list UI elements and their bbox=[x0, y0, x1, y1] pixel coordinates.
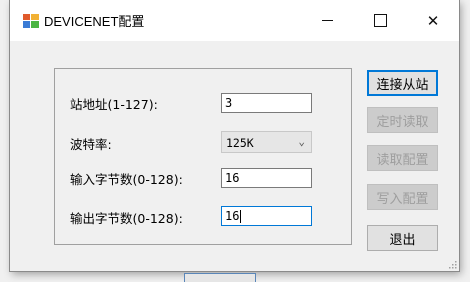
title-bar: DEVICENET配置 ✕ bbox=[10, 0, 459, 41]
input-bytes-value: 16 bbox=[225, 171, 240, 185]
close-button[interactable]: ✕ bbox=[410, 0, 456, 41]
output-bytes-value: 16 bbox=[225, 209, 240, 223]
input-bytes-input[interactable]: 16 bbox=[221, 168, 312, 188]
devicenet-config-window: DEVICENET配置 ✕ 站地址(1-127): 3 波特率: 125K ⌄ … bbox=[10, 0, 459, 271]
station-address-value: 3 bbox=[225, 96, 233, 110]
connect-slave-button[interactable]: 连接从站 bbox=[367, 70, 438, 96]
baud-rate-select[interactable]: 125K ⌄ bbox=[221, 131, 312, 153]
maximize-button[interactable] bbox=[357, 0, 403, 41]
minimize-button[interactable] bbox=[304, 0, 350, 41]
chevron-down-icon: ⌄ bbox=[298, 135, 305, 148]
maximize-icon bbox=[373, 14, 387, 27]
close-icon: ✕ bbox=[426, 11, 440, 30]
text-caret bbox=[240, 210, 242, 223]
read-config-button[interactable]: 读取配置 bbox=[367, 145, 438, 171]
resize-grip-icon[interactable] bbox=[447, 259, 457, 269]
timed-read-button[interactable]: 定时读取 bbox=[367, 107, 438, 133]
app-window-icon bbox=[23, 14, 39, 28]
output-bytes-input[interactable]: 16 bbox=[221, 206, 312, 226]
minimize-icon bbox=[321, 20, 333, 21]
input-bytes-label: 输入字节数(0-128): bbox=[70, 172, 183, 187]
write-config-button[interactable]: 写入配置 bbox=[367, 184, 438, 210]
window-title: DEVICENET配置 bbox=[44, 14, 145, 29]
baud-rate-label: 波特率: bbox=[70, 137, 112, 152]
background-window-button bbox=[184, 273, 256, 282]
station-address-input[interactable]: 3 bbox=[221, 93, 312, 113]
exit-button[interactable]: 退出 bbox=[367, 225, 438, 251]
station-address-label: 站地址(1-127): bbox=[70, 97, 158, 112]
baud-rate-value: 125K bbox=[226, 136, 254, 150]
output-bytes-label: 输出字节数(0-128): bbox=[70, 211, 183, 226]
